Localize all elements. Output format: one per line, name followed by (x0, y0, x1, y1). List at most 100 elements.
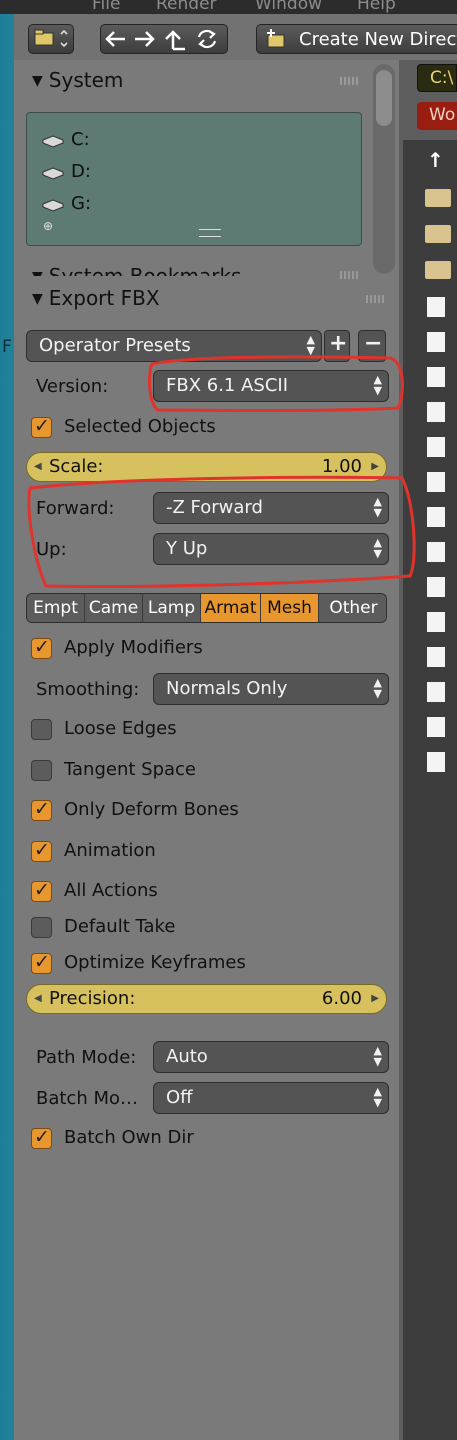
file-icon[interactable] (427, 542, 445, 562)
folder-icon[interactable] (425, 189, 451, 207)
up-axis-dropdown[interactable]: Y Up ▲ ▼ (153, 533, 389, 565)
up-value: Y Up (166, 538, 208, 559)
dropdown-arrows-icon: ▲ ▼ (373, 1085, 382, 1109)
type-other-toggle[interactable]: Other (319, 594, 386, 622)
apply-modifiers-label: Apply Modifiers (64, 637, 203, 658)
export-fbx-header[interactable]: ▼ Export FBX (32, 286, 160, 310)
list-resize-handle[interactable] (199, 229, 221, 237)
folder-icon[interactable] (425, 261, 451, 279)
type-armature-toggle[interactable]: Armat (201, 594, 261, 622)
batch-own-dir-checkbox[interactable] (31, 1126, 52, 1149)
forward-value: -Z Forward (166, 497, 263, 518)
apply-modifiers-checkbox[interactable] (31, 636, 52, 659)
drag-grip-icon[interactable] (366, 295, 384, 303)
file-name-field[interactable]: Wo (417, 102, 457, 130)
animation-label: Animation (64, 840, 156, 861)
back-arrow-icon[interactable] (105, 31, 125, 47)
file-icon[interactable] (427, 297, 445, 317)
file-icon[interactable] (427, 682, 445, 702)
animation-checkbox[interactable] (31, 839, 52, 862)
file-icon[interactable] (427, 367, 445, 387)
object-type-toggle-group: Empt Came Lamp Armat Mesh Other (26, 593, 387, 623)
tool-properties-panel: ▼System C: D: G: ⊕ ▼System Bookmarks ▼Ex… (14, 60, 399, 1440)
drive-icon (42, 199, 64, 212)
forward-axis-dropdown[interactable]: -Z Forward ▲ ▼ (153, 492, 389, 524)
optimize-keyframes-label: Optimize Keyframes (64, 952, 246, 973)
only-deform-bones-checkbox[interactable] (31, 798, 52, 821)
default-take-checkbox[interactable] (31, 917, 52, 938)
drive-label: D: (71, 161, 91, 182)
file-icon[interactable] (427, 402, 445, 422)
editor-type-button[interactable] (28, 24, 74, 54)
system-bookmarks-header[interactable]: ▼System Bookmarks (32, 264, 241, 276)
type-lamp-toggle[interactable]: Lamp (143, 594, 201, 622)
smoothing-dropdown[interactable]: Normals Only ▲ ▼ (153, 673, 389, 705)
drive-icon (42, 167, 64, 180)
batch-mode-dropdown[interactable]: Off ▲ ▼ (153, 1082, 389, 1114)
version-value: FBX 6.1 ASCII (166, 375, 289, 396)
increment-arrow-icon[interactable]: ▶ (371, 993, 379, 1004)
create-directory-button[interactable]: Create New Direct (256, 24, 457, 54)
file-icon[interactable] (427, 437, 445, 457)
dropdown-arrows-icon: ▲ ▼ (373, 373, 382, 397)
menu-help[interactable]: Help (357, 0, 396, 14)
drive-item-c[interactable]: C: (41, 129, 90, 152)
system-panel-header[interactable]: ▼ System (32, 68, 123, 92)
file-icon[interactable] (427, 507, 445, 527)
precision-slider[interactable]: ◀ Precision: 6.00 ▶ (26, 984, 387, 1014)
optimize-keyframes-checkbox[interactable] (31, 951, 52, 974)
parent-dir-row[interactable]: ↑ (427, 148, 444, 172)
file-browser-toolbar: Create New Direct (14, 14, 457, 66)
operator-presets-label: Operator Presets (39, 335, 191, 356)
dropdown-arrows-icon: ▲ ▼ (373, 676, 382, 700)
operator-presets-dropdown[interactable]: Operator Presets ▲ ▼ (26, 330, 322, 362)
type-empty-toggle[interactable]: Empt (27, 594, 85, 622)
version-dropdown[interactable]: FBX 6.1 ASCII ▲ ▼ (153, 370, 389, 402)
batch-own-dir-label: Batch Own Dir (64, 1127, 194, 1148)
scrollbar-thumb[interactable] (376, 70, 392, 126)
drag-grip-icon[interactable] (340, 77, 358, 85)
increment-arrow-icon[interactable]: ▶ (371, 461, 379, 472)
tangent-space-checkbox[interactable] (31, 760, 52, 781)
menu-render[interactable]: Render (156, 0, 217, 14)
loose-edges-checkbox[interactable] (31, 719, 52, 740)
menu-file[interactable]: File (92, 0, 120, 14)
file-icon[interactable] (427, 472, 445, 492)
file-icon[interactable] (427, 612, 445, 632)
add-list-icon[interactable]: ⊕ (43, 219, 53, 233)
path-mode-dropdown[interactable]: Auto ▲ ▼ (153, 1041, 389, 1073)
type-mesh-toggle[interactable]: Mesh (261, 594, 319, 622)
type-camera-toggle[interactable]: Came (85, 594, 143, 622)
scale-slider[interactable]: ◀ Scale: 1.00 ▶ (26, 452, 387, 482)
add-preset-button[interactable]: + (324, 330, 350, 362)
default-take-label: Default Take (64, 916, 176, 937)
remove-preset-button[interactable]: − (358, 330, 386, 362)
file-icon[interactable] (427, 577, 445, 597)
panel-scrollbar[interactable] (373, 64, 395, 274)
bookmarks-title: System Bookmarks (48, 264, 242, 276)
selected-objects-checkbox[interactable] (31, 415, 52, 438)
forward-arrow-icon[interactable] (135, 31, 155, 47)
menu-window[interactable]: Window (255, 0, 322, 14)
all-actions-checkbox[interactable] (31, 879, 52, 902)
edge-letter: F (2, 337, 12, 357)
decrement-arrow-icon[interactable]: ◀ (34, 993, 42, 1004)
selected-objects-label: Selected Objects (64, 416, 216, 437)
file-browser-icon (34, 29, 68, 48)
file-icon[interactable] (427, 752, 445, 772)
file-icon[interactable] (427, 332, 445, 352)
drive-item-d[interactable]: D: (41, 161, 91, 184)
file-icon[interactable] (427, 647, 445, 667)
directory-path-field[interactable]: C:\ (417, 64, 457, 92)
decrement-arrow-icon[interactable]: ◀ (34, 461, 42, 472)
dropdown-arrows-icon: ▲ ▼ (373, 536, 382, 560)
export-title: Export FBX (48, 286, 160, 310)
drive-item-g[interactable]: G: (41, 193, 91, 216)
drag-grip-icon[interactable] (340, 271, 358, 279)
minus-icon: − (364, 331, 383, 356)
parent-directory-icon[interactable] (165, 30, 185, 51)
path-mode-value: Auto (166, 1046, 208, 1067)
file-icon[interactable] (427, 717, 445, 737)
refresh-icon[interactable] (197, 29, 217, 49)
folder-icon[interactable] (425, 225, 451, 243)
